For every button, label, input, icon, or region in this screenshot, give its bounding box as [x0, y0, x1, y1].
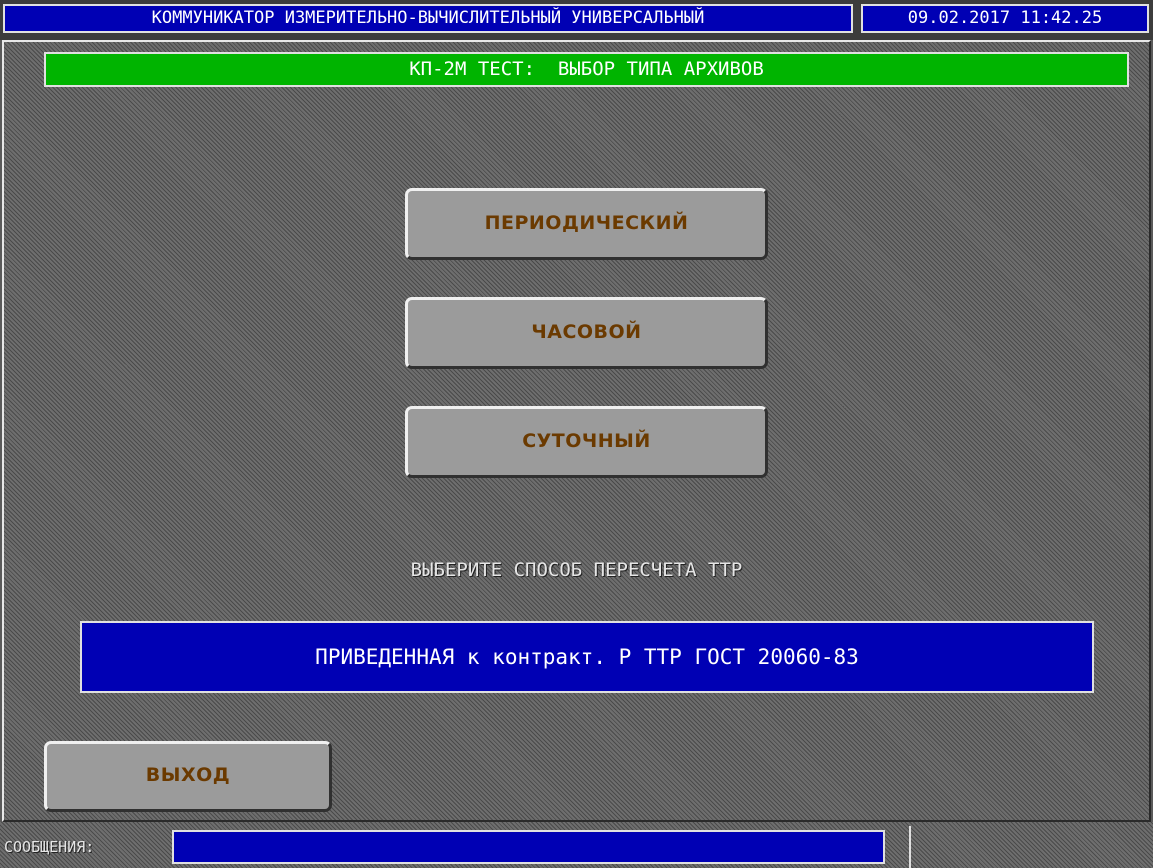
- messages-field: [172, 830, 885, 864]
- exit-button[interactable]: ВЫХОД: [44, 741, 332, 812]
- daily-archive-button[interactable]: СУТОЧНЫЙ: [405, 406, 768, 478]
- recalc-method-prompt: ВЫБЕРИТЕ СПОСОБ ПЕРЕСЧЕТА ТТР: [410, 559, 743, 581]
- messages-label: СООБЩЕНИЯ:: [4, 838, 95, 856]
- periodic-archive-button[interactable]: ПЕРИОДИЧЕСКИЙ: [405, 188, 768, 260]
- screen-title: КП-2М ТЕСТ: ВЫБОР ТИПА АРХИВОВ: [44, 52, 1129, 87]
- status-divider: [909, 826, 911, 868]
- hourly-archive-button[interactable]: ЧАСОВОЙ: [405, 297, 768, 369]
- app-title: КОММУНИКАТОР ИЗМЕРИТЕЛЬНО-ВЫЧИСЛИТЕЛЬНЫЙ…: [3, 4, 853, 33]
- datetime-display: 09.02.2017 11:42.25: [861, 4, 1149, 33]
- top-bar: КОММУНИКАТОР ИЗМЕРИТЕЛЬНО-ВЫЧИСЛИТЕЛЬНЫЙ…: [0, 0, 1153, 40]
- recalc-method-field[interactable]: ПРИВЕДЕННАЯ к контракт. Р ТТР ГОСТ 20060…: [80, 621, 1094, 693]
